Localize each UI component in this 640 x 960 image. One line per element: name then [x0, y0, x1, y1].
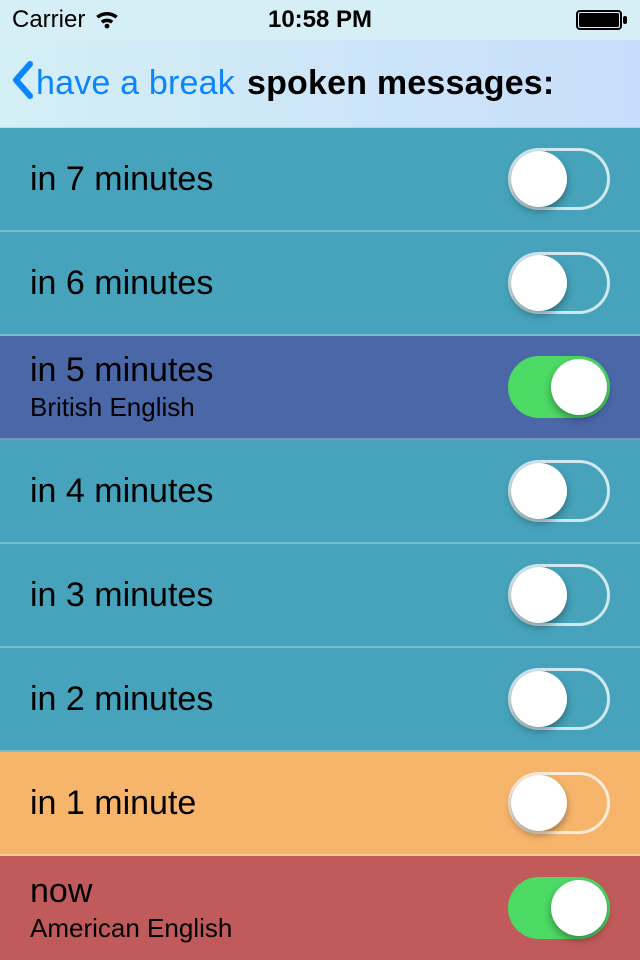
row-title: in 5 minutes	[30, 351, 213, 390]
list-item[interactable]: in 4 minutes	[0, 440, 640, 544]
toggle-knob	[511, 671, 567, 727]
toggle-switch[interactable]	[508, 460, 610, 522]
list-item[interactable]: in 5 minutesBritish English	[0, 336, 640, 440]
toggle-switch[interactable]	[508, 877, 610, 939]
toggle-knob	[511, 567, 567, 623]
list-item[interactable]: in 3 minutes	[0, 544, 640, 648]
back-chevron-icon[interactable]	[10, 60, 34, 108]
row-title: in 1 minute	[30, 784, 196, 823]
wifi-icon	[93, 9, 121, 31]
toggle-switch[interactable]	[508, 148, 610, 210]
row-texts: in 1 minute	[30, 784, 196, 823]
toggle-knob	[551, 880, 607, 936]
toggle-switch[interactable]	[508, 668, 610, 730]
row-texts: in 4 minutes	[30, 472, 213, 511]
toggle-knob	[511, 463, 567, 519]
nav-bar: have a break spoken messages:	[0, 40, 640, 128]
row-texts: in 5 minutesBritish English	[30, 351, 213, 423]
toggle-switch[interactable]	[508, 356, 610, 418]
row-texts: nowAmerican English	[30, 872, 232, 944]
list-item[interactable]: nowAmerican English	[0, 856, 640, 960]
toggle-knob	[511, 775, 567, 831]
row-title: in 2 minutes	[30, 680, 213, 719]
status-bar: Carrier 10:58 PM	[0, 0, 640, 40]
list-item[interactable]: in 2 minutes	[0, 648, 640, 752]
row-title: now	[30, 872, 232, 911]
row-subtitle: British English	[30, 392, 213, 423]
row-texts: in 3 minutes	[30, 576, 213, 615]
row-texts: in 6 minutes	[30, 264, 213, 303]
back-button[interactable]: have a break	[36, 64, 235, 103]
toggle-knob	[511, 255, 567, 311]
toggle-switch[interactable]	[508, 252, 610, 314]
list-item[interactable]: in 7 minutes	[0, 128, 640, 232]
list-item[interactable]: in 6 minutes	[0, 232, 640, 336]
row-subtitle: American English	[30, 913, 232, 944]
toggle-switch[interactable]	[508, 564, 610, 626]
list-item[interactable]: in 1 minute	[0, 752, 640, 856]
page-title: spoken messages:	[247, 64, 554, 103]
row-texts: in 7 minutes	[30, 160, 213, 199]
row-title: in 3 minutes	[30, 576, 213, 615]
row-texts: in 2 minutes	[30, 680, 213, 719]
battery-icon	[576, 9, 628, 31]
row-title: in 6 minutes	[30, 264, 213, 303]
toggle-knob	[511, 151, 567, 207]
row-title: in 4 minutes	[30, 472, 213, 511]
toggle-knob	[551, 359, 607, 415]
toggle-switch[interactable]	[508, 772, 610, 834]
settings-list: in 7 minutes in 6 minutes in 5 minutesBrit…	[0, 128, 640, 960]
row-title: in 7 minutes	[30, 160, 213, 199]
status-left: Carrier	[12, 6, 121, 34]
carrier-label: Carrier	[12, 6, 85, 34]
